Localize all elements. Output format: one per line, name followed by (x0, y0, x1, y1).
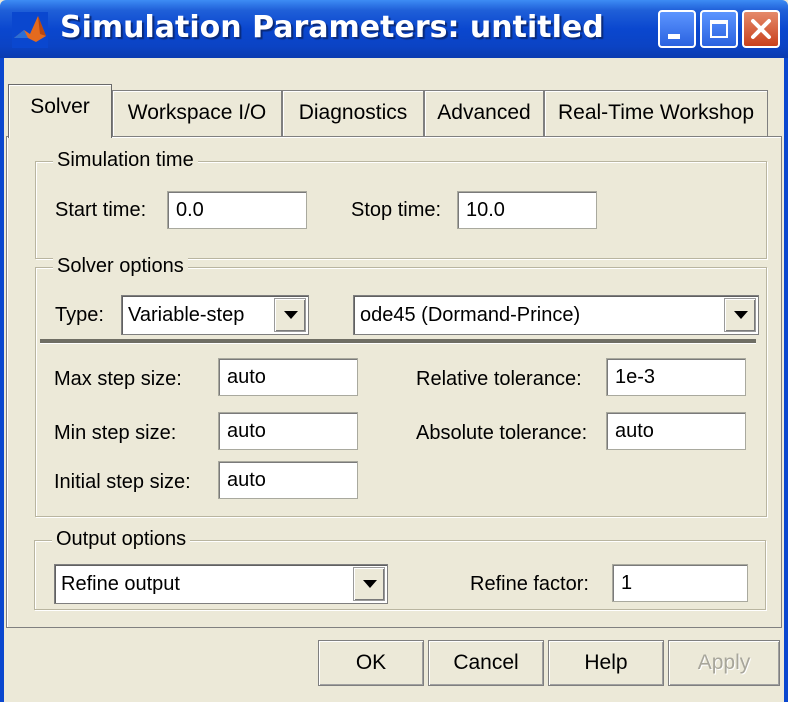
solver-method-value: ode45 (Dormand-Prince) (360, 304, 581, 326)
stop-time-label: Stop time: (351, 199, 442, 221)
output-mode-select[interactable]: Refine output (54, 564, 388, 604)
start-time-field[interactable]: 0.0 (167, 191, 307, 229)
refine-factor-field[interactable]: 1 (612, 564, 748, 602)
start-time-label: Start time: (55, 199, 147, 221)
maximize-button[interactable] (700, 10, 738, 48)
title-bar[interactable]: Simulation Parameters: untitled (0, 0, 788, 58)
tab-workspace-io[interactable]: Workspace I/O (112, 90, 282, 136)
close-button[interactable] (742, 10, 780, 48)
solver-type-value: Variable-step (128, 304, 245, 326)
stop-time-field[interactable]: 10.0 (457, 191, 597, 229)
tab-real-time-workshop[interactable]: Real-Time Workshop (544, 90, 768, 136)
chevron-down-icon[interactable] (274, 298, 306, 332)
help-button[interactable]: Help (548, 640, 664, 686)
tab-diagnostics[interactable]: Diagnostics (282, 90, 424, 136)
minimize-button[interactable] (658, 10, 696, 48)
close-icon (751, 19, 771, 39)
output-mode-value: Refine output (61, 573, 180, 595)
solver-type-select[interactable]: Variable-step (121, 295, 309, 335)
chevron-down-icon[interactable] (353, 567, 385, 601)
relative-tolerance-field[interactable]: 1e-3 (606, 358, 746, 396)
window-title: Simulation Parameters: untitled (60, 10, 604, 45)
tab-advanced[interactable]: Advanced (424, 90, 544, 136)
chevron-down-icon[interactable] (724, 298, 756, 332)
solver-method-select[interactable]: ode45 (Dormand-Prince) (353, 295, 759, 335)
absolute-tolerance-field[interactable]: auto (606, 412, 746, 450)
tab-solver[interactable]: Solver (8, 84, 112, 138)
solver-options-label: Solver options (53, 255, 188, 277)
matlab-logo-icon (12, 12, 48, 48)
type-label: Type: (55, 304, 104, 326)
ok-button[interactable]: OK (318, 640, 424, 686)
minimize-icon (668, 34, 680, 39)
min-step-size-field[interactable]: auto (218, 412, 358, 450)
cancel-button[interactable]: Cancel (428, 640, 544, 686)
apply-button[interactable]: Apply (668, 640, 780, 686)
max-step-size-field[interactable]: auto (218, 358, 358, 396)
maximize-icon (710, 20, 728, 38)
simulation-time-label: Simulation time (53, 149, 198, 171)
solver-options-divider (40, 339, 756, 344)
initial-step-size-field[interactable]: auto (218, 461, 358, 499)
